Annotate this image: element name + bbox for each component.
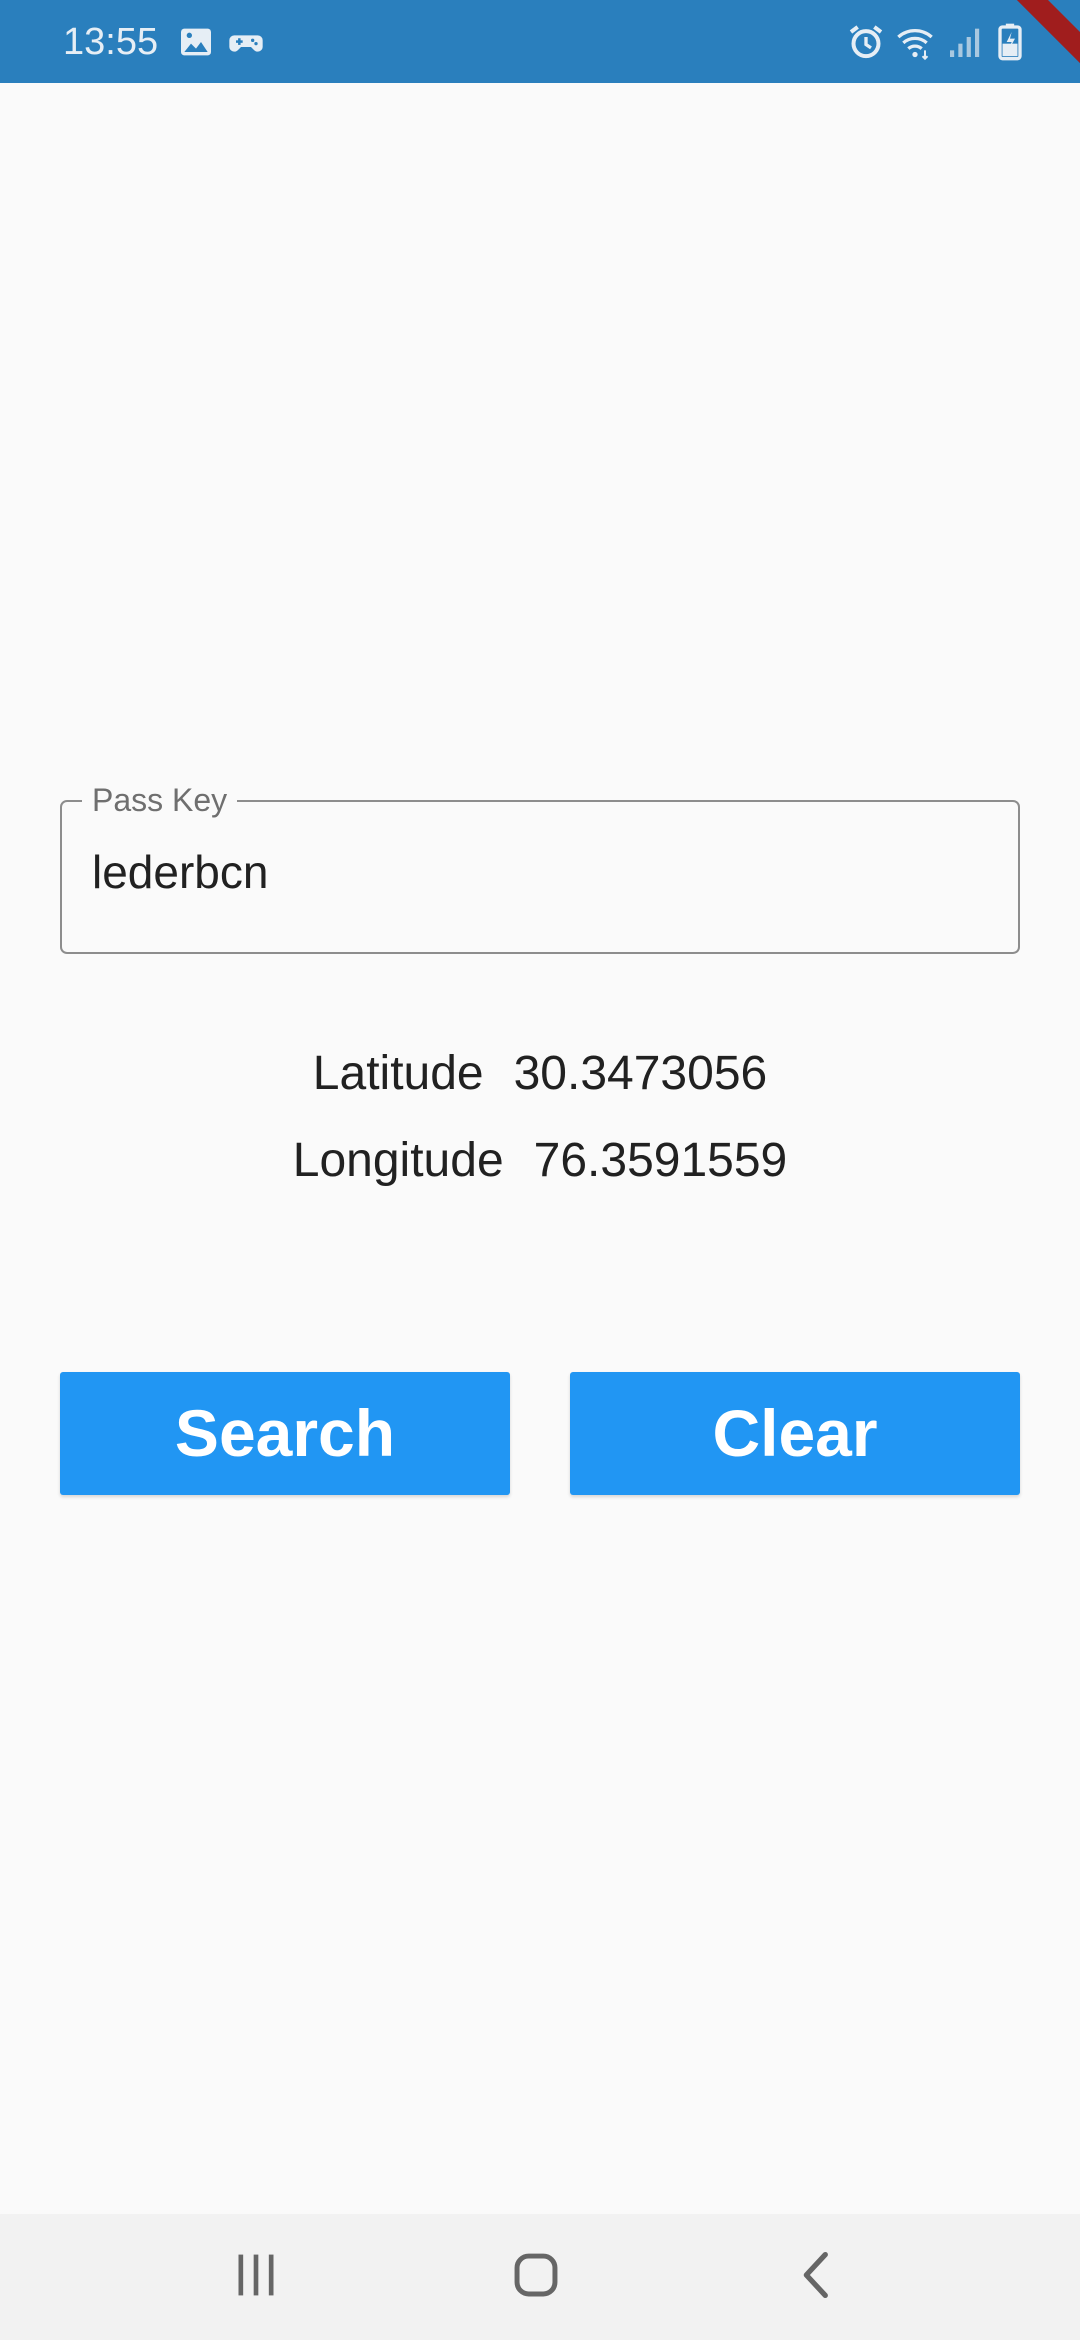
passkey-label: Pass Key [82, 782, 238, 818]
back-icon[interactable] [783, 2240, 853, 2310]
navigation-bar [0, 2214, 1080, 2340]
game-controller-icon [226, 22, 266, 62]
latitude-value: 30.3473056 [513, 1047, 768, 1100]
signal-icon [945, 22, 985, 62]
app-screen: 13:55 Pass Key Latitude 30.3473056 Longit… [0, 0, 1080, 2340]
latitude-row: Latitude 30.3473056 [0, 1046, 1080, 1102]
longitude-row: Longitude 76.3591559 [0, 1133, 1080, 1189]
clear-button[interactable]: Clear [570, 1372, 1020, 1495]
wifi-icon [895, 22, 935, 62]
latitude-label: Latitude [312, 1047, 484, 1100]
alarm-icon [846, 22, 886, 62]
home-icon[interactable] [501, 2240, 571, 2310]
recent-apps-icon[interactable] [221, 2240, 291, 2310]
status-bar: 13:55 [0, 0, 1080, 83]
battery-charging-icon [990, 22, 1030, 62]
longitude-label: Longitude [292, 1134, 504, 1187]
passkey-field[interactable]: Pass Key [60, 782, 1020, 954]
image-icon [176, 22, 216, 62]
search-button[interactable]: Search [60, 1372, 510, 1495]
longitude-value: 76.3591559 [533, 1134, 788, 1187]
status-time: 13:55 [63, 21, 159, 63]
passkey-input[interactable] [92, 842, 972, 902]
